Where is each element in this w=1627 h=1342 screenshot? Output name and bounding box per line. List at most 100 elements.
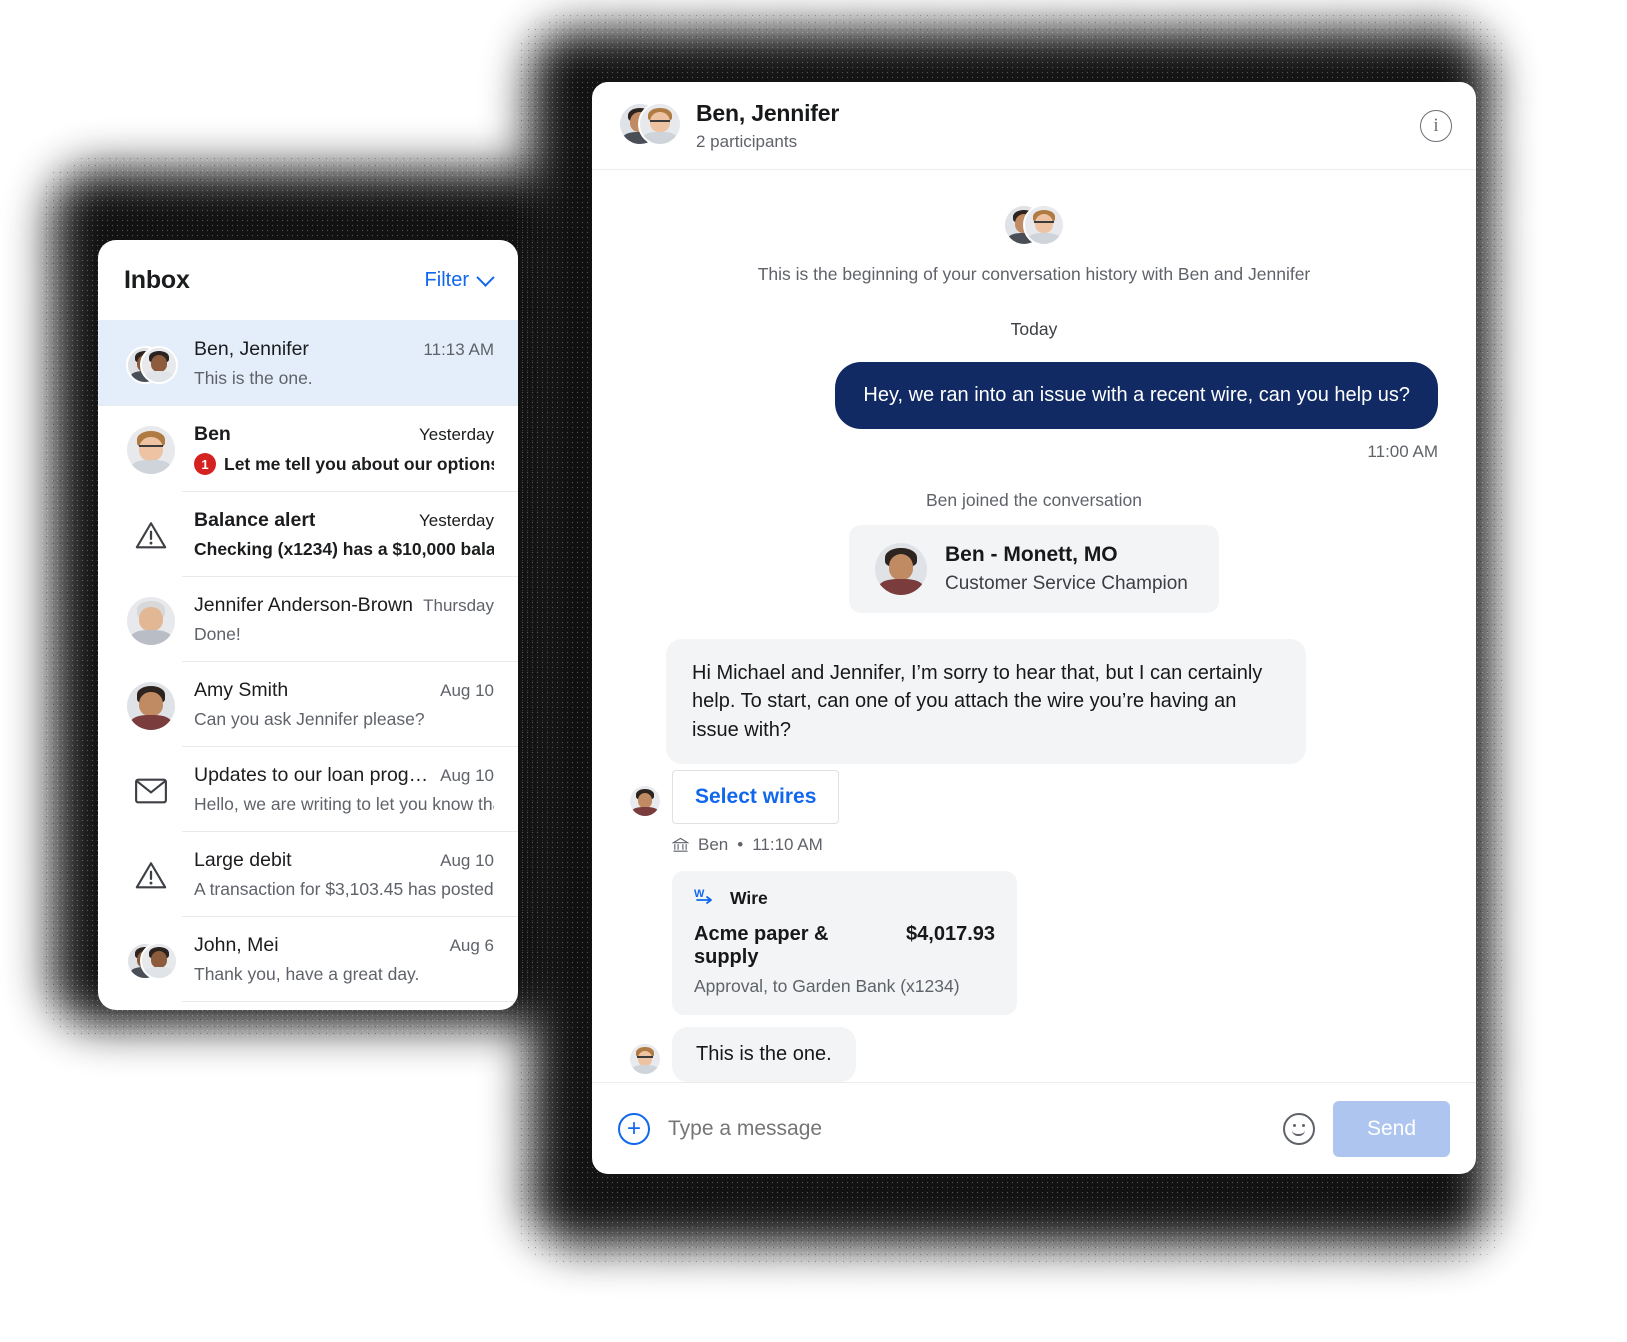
thread-preview: Thank you, have a great day. xyxy=(194,964,420,984)
envelope-icon xyxy=(127,767,175,815)
thread-name: John, Mei xyxy=(194,934,279,956)
avatar xyxy=(127,596,175,645)
wire-card-main: Acme paper & supply $4,017.93 xyxy=(694,923,995,969)
thread-avatar xyxy=(124,421,178,475)
wire-icon: W xyxy=(694,888,712,905)
thread-preview: This is the one. xyxy=(194,368,313,388)
agent-card-text: Ben - Monett, MO Customer Service Champi… xyxy=(945,543,1188,595)
thread-preview: Checking (x1234) has a $10,000 balance. … xyxy=(194,539,494,559)
message-bubble-last: This is the one. xyxy=(672,1027,856,1082)
thread-preview-row: Done! xyxy=(194,624,494,645)
unread-badge: 1 xyxy=(194,453,216,475)
system-message-joined: Ben joined the conversation xyxy=(926,490,1142,510)
incoming-action-row: Select wires xyxy=(630,770,1438,825)
avatar xyxy=(126,341,178,389)
thread-avatar xyxy=(124,507,178,560)
bank-icon xyxy=(672,837,689,852)
thread-name: Balance alert xyxy=(194,509,316,531)
thread-preview: Can you ask Jennifer please? xyxy=(194,709,425,729)
thread-list-item[interactable]: Updates to our loan programs Aug 10 Hello,… xyxy=(98,746,518,831)
thread-avatar xyxy=(124,847,178,900)
smiley-icon[interactable] xyxy=(1282,1112,1315,1145)
thread-list-item[interactable]: Ben Yesterday 1 Let me tell you about our o… xyxy=(98,405,518,491)
filter-button[interactable]: Filter xyxy=(425,267,495,292)
thread-content: Amy Smith Aug 10 Can you ask Jennifer plea… xyxy=(194,677,494,730)
agent-name: Ben - Monett, MO xyxy=(945,543,1118,566)
thread-top-row: John, Mei Aug 6 xyxy=(194,934,494,957)
svg-text:W: W xyxy=(694,888,705,900)
sender-separator: • xyxy=(737,835,744,855)
message-bubble-outgoing: Hey, we ran into an issue with a recent … xyxy=(835,362,1438,429)
thread-timestamp: Yesterday xyxy=(419,511,494,530)
thread-preview: Hello, we are writing to let you know th… xyxy=(194,794,494,814)
send-button[interactable]: Send xyxy=(1332,1100,1450,1157)
message-input[interactable] xyxy=(668,1116,1265,1141)
thread-list-item[interactable]: Balance alert Yesterday Checking (x1234) h… xyxy=(98,491,518,576)
wire-type-label: Wire xyxy=(730,887,768,908)
thread-content: Jennifer Anderson-Brown Thursday Done! xyxy=(194,592,494,645)
thread-list-item[interactable]: Large debit Aug 10 A transaction for $3,10… xyxy=(98,831,518,916)
avatar xyxy=(127,681,175,730)
conversation-panel: Ben, Jennifer 2 participants i This is t… xyxy=(592,82,1476,1174)
agent-card: Ben - Monett, MO Customer Service Champi… xyxy=(849,525,1219,613)
thread-content: Updates to our loan programs Aug 10 Hello,… xyxy=(194,762,494,815)
thread-list-item[interactable]: JohnAug 6Thanks xyxy=(98,1001,518,1010)
intro-text: This is the beginning of your conversati… xyxy=(757,264,1311,284)
thread-preview-row: Checking (x1234) has a $10,000 balance. … xyxy=(194,539,494,560)
inbox-panel: Inbox Filter Ben, Jennifer 11:13 AM This i… xyxy=(98,240,518,1010)
avatar xyxy=(126,937,178,985)
thread-name: Jennifer Anderson-Brown xyxy=(194,594,413,616)
thread-preview-row: A transaction for $3,103.45 has posted t… xyxy=(194,879,494,900)
thread-preview: Done! xyxy=(194,624,241,644)
avatar xyxy=(140,345,178,384)
thread-content: John, Mei Aug 6 Thank you, have a great da… xyxy=(194,932,494,985)
conversation-intro: This is the beginning of your conversati… xyxy=(630,204,1438,285)
inbox-header: Inbox Filter xyxy=(98,240,518,320)
warning-icon xyxy=(127,852,175,900)
conversation-title: Ben, Jennifer xyxy=(696,99,840,126)
incoming-timestamp: 11:10 AM xyxy=(752,835,823,855)
participant-count: 2 participants xyxy=(696,131,798,151)
thread-timestamp: Aug 6 xyxy=(449,936,494,955)
thread-list-item[interactable]: Amy Smith Aug 10 Can you ask Jennifer plea… xyxy=(98,661,518,746)
wire-payee: Acme paper & supply xyxy=(694,923,829,969)
warning-icon xyxy=(127,512,175,560)
select-wires-button[interactable]: Select wires xyxy=(672,770,840,825)
avatar-jennifer xyxy=(630,1044,660,1075)
avatar-ben xyxy=(875,543,927,595)
thread-avatar xyxy=(124,592,178,645)
thread-name: Updates to our loan programs xyxy=(194,764,431,786)
thread-avatar xyxy=(124,762,178,815)
conversation-title-block: Ben, Jennifer 2 participants xyxy=(696,100,1404,152)
thread-avatar xyxy=(124,336,178,389)
avatar xyxy=(140,941,178,980)
thread-content: Balance alert Yesterday Checking (x1234) h… xyxy=(194,507,494,560)
intro-avatar-group xyxy=(1003,204,1065,250)
thread-timestamp: 11:13 AM xyxy=(423,340,494,359)
thread-top-row: Balance alert Yesterday xyxy=(194,509,494,532)
thread-top-row: Large debit Aug 10 xyxy=(194,849,494,872)
message-row-incoming: Hi Michael and Jennifer, I’m sorry to he… xyxy=(666,639,1438,765)
thread-name: Amy Smith xyxy=(194,679,289,701)
thread-top-row: Ben Yesterday xyxy=(194,423,494,446)
thread-content: Ben Yesterday 1 Let me tell you about our o… xyxy=(194,421,494,475)
thread-list-item[interactable]: Ben, Jennifer 11:13 AM This is the one. xyxy=(98,320,518,405)
avatar-ben xyxy=(630,786,660,817)
wire-attachment-card[interactable]: W Wire Acme paper & supply $4,017.93 App… xyxy=(672,871,1017,1016)
thread-top-row: Amy Smith Aug 10 xyxy=(194,679,494,702)
thread-name: Large debit xyxy=(194,849,292,871)
info-icon[interactable]: i xyxy=(1420,109,1452,142)
plus-circle-icon[interactable]: + xyxy=(618,1112,650,1145)
thread-list-item[interactable]: Jennifer Anderson-Brown Thursday Done! xyxy=(98,576,518,661)
page-title: Inbox xyxy=(124,265,190,294)
avatar xyxy=(127,426,175,474)
message-row-outgoing: Hey, we ran into an issue with a recent … xyxy=(630,362,1438,429)
message-row-last: This is the one. xyxy=(630,1027,1438,1082)
warning-icon xyxy=(135,521,167,548)
thread-top-row: Jennifer Anderson-Brown Thursday xyxy=(194,594,494,617)
wire-card-header: W Wire xyxy=(694,887,995,909)
agent-role: Customer Service Champion xyxy=(945,573,1188,594)
thread-list-item[interactable]: John, Mei Aug 6 Thank you, have a great da… xyxy=(98,916,518,1001)
wire-amount: $4,017.93 xyxy=(906,923,995,946)
thread-timestamp: Aug 10 xyxy=(440,681,494,700)
